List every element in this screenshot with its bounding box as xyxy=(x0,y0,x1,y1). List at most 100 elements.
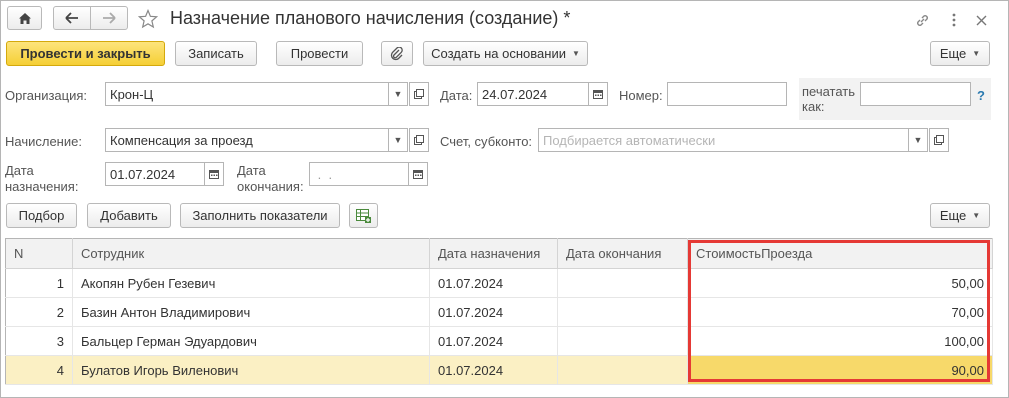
chevron-down-icon: ▼ xyxy=(393,135,403,145)
accrual-label: Начисление: xyxy=(5,134,82,149)
open-icon xyxy=(934,135,944,145)
arrow-right-icon xyxy=(103,12,116,24)
start-date-cell[interactable]: 01.07.2024 xyxy=(429,268,558,298)
table-row[interactable]: 3 Бальцер Герман Эдуардович 01.07.2024 1… xyxy=(5,326,993,356)
chevron-down-icon: ▼ xyxy=(913,135,923,145)
employees-table: N Сотрудник Дата назначения Дата окончан… xyxy=(5,238,993,385)
employee-cell[interactable]: Базин Антон Владимирович xyxy=(72,297,430,327)
close-icon xyxy=(976,15,986,25)
end-date-calendar-button[interactable] xyxy=(408,162,428,186)
accrual-field[interactable]: Компенсация за проезд xyxy=(105,128,389,152)
table-row[interactable]: 1 Акопян Рубен Гезевич 01.07.2024 50,00 xyxy=(5,268,993,298)
page-title: Назначение планового начисления (создани… xyxy=(170,8,571,28)
row-number: 4 xyxy=(5,355,73,385)
account-dropdown-button[interactable]: ▼ xyxy=(908,128,928,152)
forward-button[interactable] xyxy=(90,6,128,30)
travel-cost-cell[interactable]: 90,00 xyxy=(687,355,993,385)
home-icon xyxy=(18,12,31,24)
end-date-label-line2: окончания: xyxy=(237,179,304,194)
date-calendar-button[interactable] xyxy=(588,82,608,106)
table-more-label: Еще xyxy=(939,208,967,223)
start-date-cell[interactable]: 01.07.2024 xyxy=(429,326,558,356)
chevron-down-icon: ▼ xyxy=(972,211,981,220)
print-as-field[interactable] xyxy=(860,82,971,106)
column-header-end-date[interactable]: Дата окончания xyxy=(557,238,688,269)
column-header-start-date[interactable]: Дата назначения xyxy=(429,238,558,269)
start-date-cell[interactable]: 01.07.2024 xyxy=(429,355,558,385)
account-open-button[interactable] xyxy=(929,128,949,152)
number-label: Номер: xyxy=(619,88,663,103)
link-button[interactable] xyxy=(913,11,931,29)
date-label: Дата: xyxy=(440,88,473,103)
employee-cell[interactable]: Акопян Рубен Гезевич xyxy=(72,268,430,298)
travel-cost-cell[interactable]: 70,00 xyxy=(687,297,993,327)
travel-cost-cell[interactable]: 50,00 xyxy=(687,268,993,298)
more-label: Еще xyxy=(939,46,967,61)
end-date-cell[interactable] xyxy=(557,326,688,356)
post-button[interactable]: Провести xyxy=(276,41,363,66)
organization-open-button[interactable] xyxy=(409,82,429,106)
fill-indicators-button[interactable]: Заполнить показатели xyxy=(180,203,340,228)
link-icon xyxy=(916,14,928,26)
table-more-button[interactable]: Еще ▼ xyxy=(930,203,990,228)
home-button[interactable] xyxy=(7,6,42,30)
chevron-down-icon: ▼ xyxy=(571,49,580,58)
attach-button[interactable] xyxy=(381,41,413,66)
help-icon[interactable]: ? xyxy=(977,88,985,103)
open-icon xyxy=(414,89,424,99)
end-date-cell[interactable] xyxy=(557,297,688,327)
end-date-cell[interactable] xyxy=(557,355,688,385)
create-based-on-button[interactable]: Создать на основании ▼ xyxy=(423,41,588,66)
assign-date-label-line2: назначения: xyxy=(5,179,79,194)
table-header-row: N Сотрудник Дата назначения Дата окончан… xyxy=(5,238,993,269)
account-field[interactable]: Подбирается автоматически xyxy=(538,128,909,152)
calendar-icon xyxy=(593,90,603,99)
star-icon xyxy=(138,9,158,29)
more-button[interactable]: Еще ▼ xyxy=(930,41,990,66)
start-date-cell[interactable]: 01.07.2024 xyxy=(429,297,558,327)
table-settings-button[interactable] xyxy=(349,203,378,228)
row-number: 1 xyxy=(5,268,73,298)
column-header-n[interactable]: N xyxy=(5,238,73,269)
back-button[interactable] xyxy=(53,6,91,30)
end-date-label-line1: Дата xyxy=(237,163,266,178)
print-as-label-line2: как: xyxy=(802,99,825,114)
close-button[interactable] xyxy=(972,11,990,29)
print-as-label-line1: печатать xyxy=(802,84,856,99)
row-number: 3 xyxy=(5,326,73,356)
calendar-icon xyxy=(413,170,423,179)
organization-field[interactable]: Крон-Ц xyxy=(105,82,389,106)
column-header-employee[interactable]: Сотрудник xyxy=(72,238,430,269)
employee-cell[interactable]: Булатов Игорь Виленович xyxy=(72,355,430,385)
accrual-open-button[interactable] xyxy=(409,128,429,152)
create-based-on-label: Создать на основании xyxy=(431,46,566,61)
pick-button[interactable]: Подбор xyxy=(6,203,77,228)
accrual-dropdown-button[interactable]: ▼ xyxy=(388,128,408,152)
assign-date-calendar-button[interactable] xyxy=(204,162,224,186)
chevron-down-icon: ▼ xyxy=(972,49,981,58)
number-field[interactable] xyxy=(667,82,787,106)
row-number: 2 xyxy=(5,297,73,327)
column-header-travel-cost[interactable]: СтоимостьПроезда xyxy=(687,238,993,269)
save-button[interactable]: Записать xyxy=(175,41,257,66)
more-menu-button[interactable] xyxy=(945,11,963,29)
table-add-icon xyxy=(355,208,371,223)
more-vertical-icon xyxy=(952,13,956,27)
travel-cost-cell[interactable]: 100,00 xyxy=(687,326,993,356)
open-icon xyxy=(414,135,424,145)
date-field[interactable]: 24.07.2024 xyxy=(477,82,589,106)
calendar-icon xyxy=(209,170,219,179)
favorite-button[interactable] xyxy=(138,9,158,29)
chevron-down-icon: ▼ xyxy=(393,89,403,99)
organization-dropdown-button[interactable]: ▼ xyxy=(388,82,408,106)
assign-date-field[interactable]: 01.07.2024 xyxy=(105,162,205,186)
end-date-field[interactable]: . . xyxy=(309,162,409,186)
post-and-close-button[interactable]: Провести и закрыть xyxy=(6,41,165,66)
end-date-cell[interactable] xyxy=(557,268,688,298)
table-row[interactable]: 2 Базин Антон Владимирович 01.07.2024 70… xyxy=(5,297,993,327)
add-button[interactable]: Добавить xyxy=(87,203,171,228)
account-label: Счет, субконто: xyxy=(440,134,533,149)
table-row-selected[interactable]: 4 Булатов Игорь Виленович 01.07.2024 90,… xyxy=(5,355,993,385)
arrow-left-icon xyxy=(65,12,78,24)
employee-cell[interactable]: Бальцер Герман Эдуардович xyxy=(72,326,430,356)
